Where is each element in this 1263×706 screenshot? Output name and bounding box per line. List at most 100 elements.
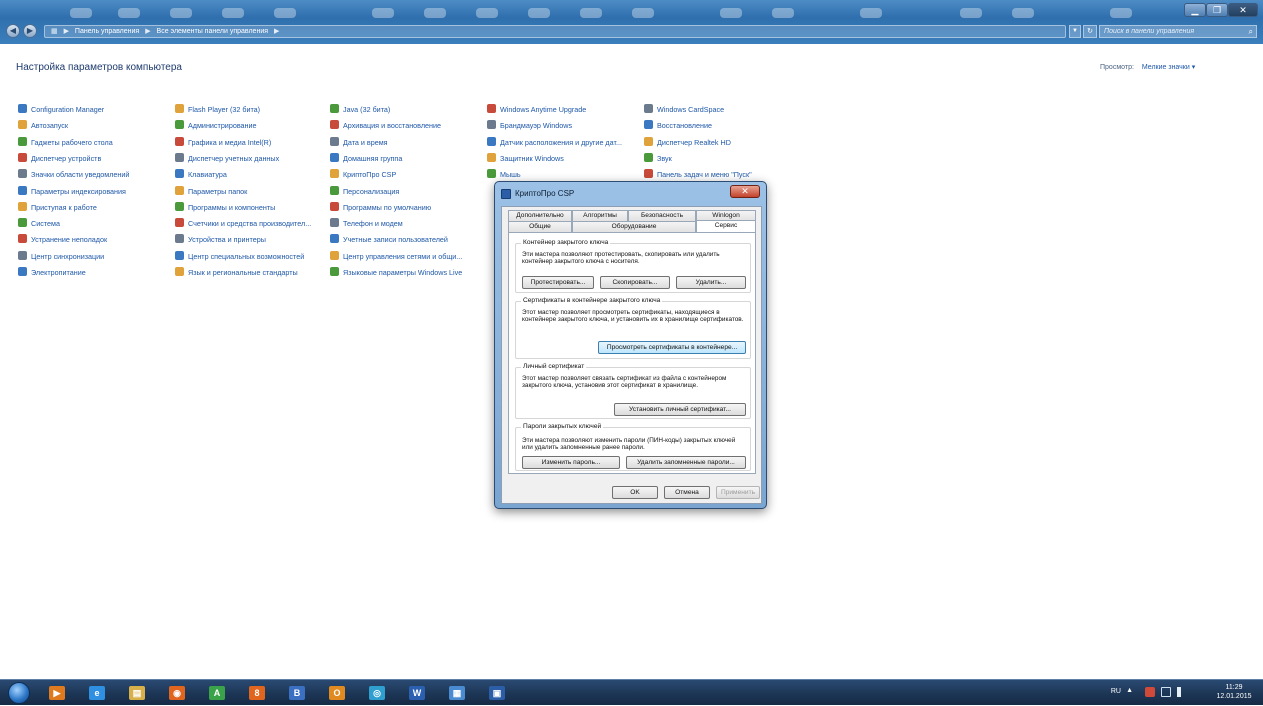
service-tab-panel: Контейнер закрытого ключа Эти мастера по… (508, 232, 756, 474)
control-panel-item[interactable]: Диспетчер учетных данных (175, 152, 325, 167)
change-password-button[interactable]: Изменить пароль... (522, 456, 620, 469)
taskbar-app-cryptopro[interactable]: ▣ (480, 683, 514, 703)
control-panel-item[interactable]: Устройства и принтеры (175, 234, 325, 248)
control-panel-item[interactable]: Windows Anytime Upgrade (487, 104, 637, 118)
control-panel-item[interactable]: Персонализация (330, 185, 480, 200)
view-mode-dropdown[interactable]: Мелкие значки ▾ (1142, 64, 1195, 71)
taskbar-app-app-b[interactable]: B (280, 683, 314, 703)
control-panel-item[interactable]: Программы и компоненты (175, 201, 325, 216)
language-indicator[interactable]: RU (1111, 688, 1121, 695)
delete-button[interactable]: Удалить... (676, 276, 746, 289)
volume-icon[interactable] (1177, 687, 1187, 697)
address-bar[interactable]: ▦ ▶ Панель управления ▶ Все элементы пан… (44, 25, 1066, 38)
control-panel-item-label: Устройства и принтеры (188, 235, 266, 245)
apply-button[interactable]: Применить (716, 486, 760, 499)
view-certificates-button[interactable]: Просмотреть сертификаты в контейнере... (598, 341, 746, 354)
forward-arrow-icon[interactable]: ▶ (23, 24, 37, 38)
control-panel-item[interactable]: Языковые параметры Windows Live (330, 267, 480, 281)
taskbar-app-outlook[interactable]: O (320, 683, 354, 703)
tab-general[interactable]: Общие (508, 221, 572, 232)
group-description: Этот мастер позволяет связать сертификат… (522, 375, 727, 390)
delete-saved-passwords-button[interactable]: Удалить запомненные пароли... (626, 456, 746, 469)
control-panel-item[interactable]: Windows CardSpace (644, 104, 794, 118)
address-dropdown-icon[interactable]: ▼ (1069, 25, 1081, 38)
ok-button[interactable]: OK (612, 486, 658, 499)
control-panel-item[interactable]: Администрирование (175, 120, 325, 134)
cancel-button[interactable]: Отмена (664, 486, 710, 499)
control-panel-item[interactable]: Параметры индексирования (18, 185, 168, 200)
start-button[interactable] (8, 682, 30, 704)
control-panel-item[interactable]: Центр управления сетями и общи... (330, 250, 480, 265)
back-arrow-icon[interactable]: ◀ (6, 24, 20, 38)
control-panel-item-icon (330, 136, 339, 146)
chevron-right-icon[interactable]: ▶ (274, 28, 279, 35)
control-panel-item[interactable]: Диспетчер устройств (18, 152, 168, 167)
control-panel-item[interactable]: Счетчики и средства производител... (175, 218, 325, 232)
chevron-right-icon[interactable]: ▶ (64, 28, 69, 35)
maximize-button[interactable]: ❐ (1206, 3, 1228, 17)
tab-advanced[interactable]: Дополнительно (508, 210, 572, 221)
clock-time: 11:29 (1225, 684, 1243, 691)
taskbar-app-firefox[interactable]: ◉ (160, 683, 194, 703)
tab-security[interactable]: Безопасность (628, 210, 696, 221)
control-panel-item[interactable]: Приступая к работе (18, 201, 168, 216)
close-button[interactable]: ✕ (1228, 3, 1258, 17)
tab-hardware[interactable]: Оборудование (572, 221, 696, 232)
clock[interactable]: 11:29 12.01.2015 (1215, 683, 1253, 701)
action-center-flag-icon[interactable] (1145, 687, 1155, 697)
control-panel-item[interactable]: Телефон и модем (330, 218, 480, 232)
control-panel-item[interactable]: Графика и медиа Intel(R) (175, 136, 325, 151)
control-panel-item[interactable]: Значки области уведомлений (18, 169, 168, 183)
control-panel-item[interactable]: Восстановление (644, 120, 794, 134)
control-panel-item[interactable]: Диспетчер Realtek HD (644, 136, 794, 151)
control-panel-item[interactable]: Configuration Manager (18, 104, 168, 118)
control-panel-item[interactable]: Защитник Windows (487, 152, 637, 167)
search-icon[interactable]: ⌕ (1249, 26, 1253, 37)
tab-service[interactable]: Сервис (696, 220, 756, 232)
test-button[interactable]: Протестировать... (522, 276, 594, 289)
install-personal-certificate-button[interactable]: Установить личный сертификат... (614, 403, 746, 416)
control-panel-item[interactable]: Параметры папок (175, 185, 325, 200)
show-hidden-icons-icon[interactable]: ▲ (1126, 687, 1133, 694)
control-panel-item[interactable]: Система (18, 218, 168, 232)
taskbar-app-word[interactable]: W (400, 683, 434, 703)
control-panel-item[interactable]: Брандмауэр Windows (487, 120, 637, 134)
control-panel-item[interactable]: Клавиатура (175, 169, 325, 183)
control-panel-item[interactable]: Звук (644, 152, 794, 167)
taskbar-app-media-player[interactable]: ▶ (40, 683, 74, 703)
control-panel-item[interactable]: Устранение неполадок (18, 234, 168, 248)
control-panel-item[interactable]: Центр специальных возможностей (175, 250, 325, 265)
search-input[interactable]: Поиск в панели управления ⌕ (1099, 25, 1257, 38)
taskbar-app-app-a[interactable]: A (200, 683, 234, 703)
control-panel-item[interactable]: Flash Player (32 бита) (175, 104, 325, 118)
dialog-close-button[interactable]: ✕ (730, 185, 760, 198)
copy-button[interactable]: Скопировать... (600, 276, 670, 289)
breadcrumb-control-panel[interactable]: Панель управления (75, 28, 139, 35)
control-panel-item[interactable]: Электропитание (18, 267, 168, 281)
search-placeholder: Поиск в панели управления (1104, 28, 1195, 35)
app-orange-icon: 8 (249, 686, 265, 700)
control-panel-item[interactable]: Программы по умолчанию (330, 201, 480, 216)
tab-algorithms[interactable]: Алгоритмы (572, 210, 628, 221)
taskbar-app-file-explorer[interactable]: ▤ (120, 683, 154, 703)
control-panel-item[interactable]: Гаджеты рабочего стола (18, 136, 168, 151)
control-panel-item[interactable]: Архивация и восстановление (330, 120, 480, 134)
control-panel-item[interactable]: Автозапуск (18, 120, 168, 134)
control-panel-item[interactable]: Дата и время (330, 136, 480, 151)
chevron-right-icon[interactable]: ▶ (145, 28, 150, 35)
minimize-button[interactable]: ▁ (1184, 3, 1206, 17)
taskbar-app-app-orange[interactable]: 8 (240, 683, 274, 703)
control-panel-item[interactable]: КриптоПро CSP (330, 169, 480, 183)
taskbar-app-chrome[interactable]: ◎ (360, 683, 394, 703)
network-icon[interactable] (1161, 687, 1171, 697)
refresh-icon[interactable]: ↻ (1083, 25, 1097, 38)
breadcrumb-all-items[interactable]: Все элементы панели управления (157, 28, 268, 35)
control-panel-item[interactable]: Учетные записи пользователей (330, 234, 480, 248)
taskbar-app-internet-explorer[interactable]: e (80, 683, 114, 703)
control-panel-item[interactable]: Центр синхронизации (18, 250, 168, 265)
control-panel-item[interactable]: Домашняя группа (330, 152, 480, 167)
taskbar-app-control-panel[interactable]: ▦ (440, 683, 474, 703)
control-panel-item[interactable]: Java (32 бита) (330, 104, 480, 118)
control-panel-item[interactable]: Датчик расположения и другие дат... (487, 136, 637, 151)
control-panel-item[interactable]: Язык и региональные стандарты (175, 267, 325, 281)
